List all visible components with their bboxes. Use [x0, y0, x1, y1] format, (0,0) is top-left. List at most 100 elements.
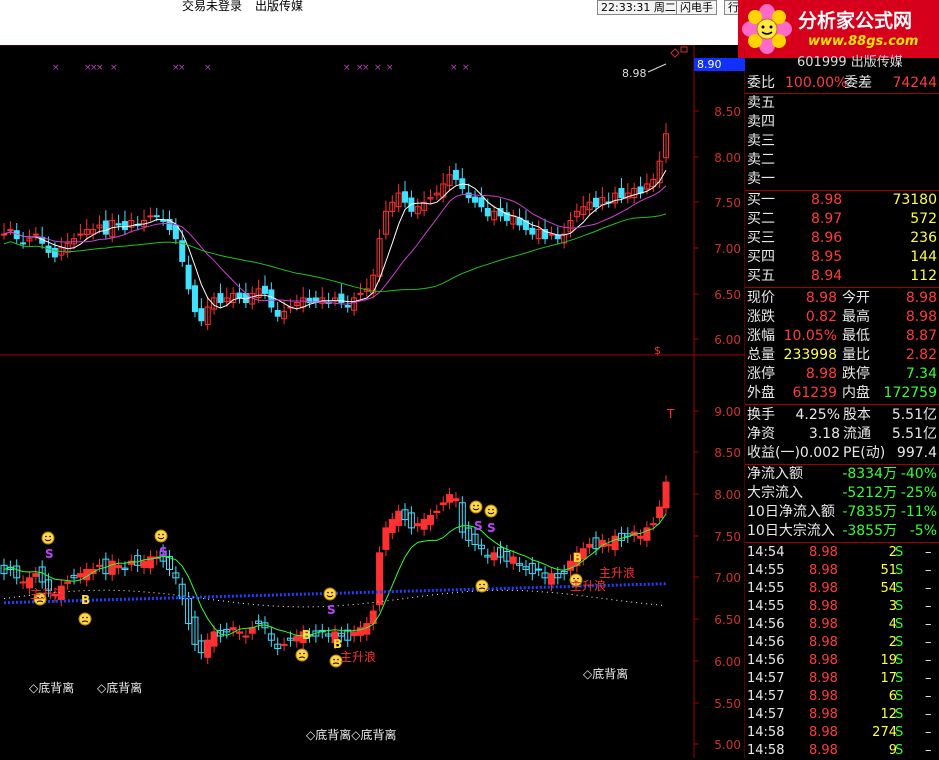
sell-smiley-icon: [323, 587, 337, 601]
stat-label: 总量: [747, 347, 775, 363]
fundamental-value: 5.51亿: [891, 407, 937, 423]
buy-sad-icon: [475, 579, 489, 593]
indicator-candle-body: [662, 481, 670, 509]
buy-level-row[interactable]: 买一 8.98 73180: [745, 191, 939, 210]
stat-label: 涨停: [747, 366, 775, 382]
tick-dash: –: [925, 617, 932, 632]
sell-level-label: 卖三: [747, 133, 775, 149]
indicator-candle-body: [509, 556, 517, 564]
candle-body: [153, 215, 160, 218]
indicator-candle-body: [426, 514, 434, 526]
buy-signal-b: B: [81, 593, 90, 607]
sell-level-row[interactable]: 卖二: [745, 151, 939, 170]
marker-x-icon: ×: [204, 63, 212, 73]
buy-sad-icon-eye: [299, 652, 301, 655]
buy-level-row[interactable]: 买五 8.94 112: [745, 267, 939, 286]
stat-value: 7.34: [905, 366, 937, 382]
indicator-candle-body: [611, 535, 619, 551]
marker-x-icon: ×: [110, 63, 118, 73]
stat-value: 0.82: [805, 309, 837, 325]
tick-price: 8.98: [809, 689, 838, 704]
candle-body: [115, 223, 122, 226]
stat-row: 外盘 61239 内盘 172759: [745, 384, 939, 403]
fundamental-value: 3.18: [808, 426, 840, 442]
candle-body: [592, 197, 599, 208]
tick-dash: –: [925, 689, 932, 704]
tick-row: 14:58 8.98 9 S –: [745, 742, 939, 760]
buy-level-price: 8.96: [811, 230, 843, 246]
sell-level-row[interactable]: 卖四: [745, 113, 939, 132]
tick-volume: 274: [872, 725, 897, 740]
stat-value: 61239: [792, 385, 837, 401]
candle-body: [185, 264, 192, 290]
last-price-label: 8.98: [622, 67, 647, 80]
tick-price: 8.98: [809, 671, 838, 686]
tick-row: 14:55 8.98 3 S –: [745, 598, 939, 616]
indicator-candle-body: [108, 560, 116, 575]
fundamental-label: PE(动): [843, 445, 886, 461]
buy-level-row[interactable]: 买四 8.95 144: [745, 248, 939, 267]
stat-row: 涨幅 10.05% 最低 8.87: [745, 327, 939, 346]
tick-side: S: [895, 599, 904, 614]
buy-level-price: 8.94: [811, 268, 843, 284]
stat-label: 外盘: [747, 385, 775, 401]
sell-signal-s: S: [474, 519, 483, 533]
ratio-row: 委比 100.00% 委差 74244: [745, 74, 939, 93]
stat-row: 涨跌 0.82 最高 8.98: [745, 308, 939, 327]
bottom-divergence-label: ◇底背离◇底背离: [306, 727, 396, 742]
tick-time: 14:55: [747, 563, 785, 578]
stat-row: 涨停 8.98 跌停 7.34: [745, 365, 939, 384]
price-axis-label: 8.00: [714, 488, 741, 502]
tick-dash: –: [925, 599, 932, 614]
marker-x-icon: ×: [450, 63, 458, 73]
capital-flow-row: 净流入额 -8334万 -40%: [745, 465, 939, 484]
buy-level-row[interactable]: 买二 8.97 572: [745, 210, 939, 229]
flash-trade-button[interactable]: 闪电手: [676, 0, 717, 15]
stat-value: 172759: [883, 385, 937, 401]
buy-signal-b: B: [302, 628, 311, 642]
sell-level-row[interactable]: 卖一: [745, 170, 939, 189]
kline-chart-area[interactable]: 8.50 8.00 7.50 7.00 6.50 6.00 8.90 8.98 $ × × × × × × ×…: [0, 45, 745, 758]
price-axis-label: 7.00: [714, 571, 741, 585]
marker-x-icon: ×: [178, 63, 186, 73]
price-axis-label: 7.00: [714, 242, 741, 256]
stat-label: 跌停: [842, 366, 870, 382]
stat-value: 8.98: [805, 290, 837, 306]
candle-body: [51, 247, 58, 258]
candle-body: [160, 219, 167, 222]
tick-row: 14:57 8.98 6 S –: [745, 688, 939, 706]
top-signal-mark: T: [666, 407, 675, 421]
tick-dash: –: [925, 545, 932, 560]
candle-body: [261, 285, 268, 294]
indicator-candle-body: [115, 564, 123, 569]
sell-level-row[interactable]: 卖五: [745, 94, 939, 113]
indicator-candle-body: [433, 510, 441, 514]
sell-level-row[interactable]: 卖三: [745, 132, 939, 151]
candle-body: [344, 304, 351, 308]
stat-label: 现价: [747, 290, 775, 306]
buy-level-row[interactable]: 买三 8.96 236: [745, 229, 939, 248]
panel-separator: [745, 404, 939, 405]
clock: 22:33:31 周二: [597, 0, 680, 15]
stat-label: 内盘: [842, 385, 870, 401]
buy-sad-icon: [78, 612, 92, 626]
fundamental-value: 997.4: [896, 445, 937, 461]
indicator-candle-body: [293, 635, 301, 642]
indicator-candle-body: [586, 544, 594, 548]
fundamental-label: 股本: [843, 407, 871, 423]
main-wave-label: 主升浪: [599, 565, 635, 580]
tick-time: 14:58: [747, 725, 785, 740]
main-wave-label: 主升浪: [340, 649, 376, 664]
stat-value: 233998: [783, 347, 837, 363]
sell-smiley-icon: [469, 500, 483, 514]
price-axis-label: 9.00: [714, 405, 741, 419]
candle-body: [478, 197, 485, 208]
price-axis-label: 5.50: [714, 697, 741, 711]
tick-price: 8.98: [809, 653, 838, 668]
stat-label: 最高: [842, 309, 870, 325]
tick-time: 14:56: [747, 617, 785, 632]
capital-flow-pct: -11%: [900, 504, 937, 520]
tick-row: 14:58 8.98 274 S –: [745, 724, 939, 742]
sell-smiley-icon: [154, 529, 168, 543]
capital-flow-label: 10日净流入额: [747, 504, 835, 520]
